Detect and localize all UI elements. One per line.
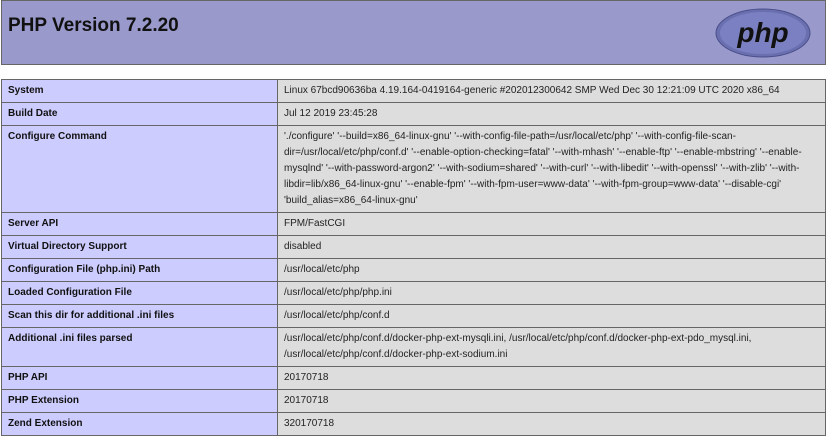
table-row: Additional .ini files parsed/usr/local/e… — [1, 327, 826, 367]
row-key: Loaded Configuration File — [1, 281, 278, 305]
row-key: PHP Extension — [1, 389, 278, 413]
row-key: Configuration File (php.ini) Path — [1, 258, 278, 282]
php-logo[interactable]: php — [715, 8, 811, 58]
table-row: Build Date Jul 12 2019 23:45:28 — [1, 102, 826, 126]
row-value: 20170718 — [277, 366, 826, 390]
table-row: Scan this dir for additional .ini files /… — [1, 304, 826, 328]
page-title: PHP Version 7.2.20 — [8, 15, 179, 36]
row-value: 320170718 — [277, 412, 826, 436]
row-value: disabled — [277, 235, 826, 259]
php-logo-text: php — [736, 17, 788, 48]
row-key: Build Date — [1, 102, 278, 126]
row-value: /usr/local/etc/php/php.ini — [277, 281, 826, 305]
table-row: PHP API 20170718 — [1, 366, 826, 390]
row-key: PHP API — [1, 366, 278, 390]
row-key: Additional .ini files parsed — [1, 327, 278, 367]
table-row: Configure Command './configure' '--build=… — [1, 125, 826, 213]
table-row: Configuration File (php.ini) Path/usr/lo… — [1, 258, 826, 282]
table-row: Zend Extension 320170718 — [1, 412, 826, 436]
info-table: System Linux 67bcd90636ba 4.19.164-041916… — [1, 79, 826, 436]
row-value: Jul 12 2019 23:45:28 — [277, 102, 826, 126]
row-value: /usr/local/etc/php/conf.d/docker-php-ext… — [277, 327, 826, 367]
table-row: System Linux 67bcd90636ba 4.19.164-041916… — [1, 79, 826, 103]
row-key: Zend Extension — [1, 412, 278, 436]
row-value: /usr/local/etc/php — [277, 258, 826, 282]
row-key: Scan this dir for additional .ini files — [1, 304, 278, 328]
table-row: Virtual Directory Support disabled — [1, 235, 826, 259]
row-key: Server API — [1, 212, 278, 236]
row-value: Linux 67bcd90636ba 4.19.164-0419164-gene… — [277, 79, 826, 103]
row-value: /usr/local/etc/php/conf.d — [277, 304, 826, 328]
row-key: Virtual Directory Support — [1, 235, 278, 259]
table-row: PHP Extension 20170718 — [1, 389, 826, 413]
table-row: Server API FPM/FastCGI — [1, 212, 826, 236]
row-key: System — [1, 79, 278, 103]
row-value: FPM/FastCGI — [277, 212, 826, 236]
page-header: PHP Version 7.2.20 php — [1, 0, 826, 65]
table-row: Loaded Configuration File/usr/local/etc/… — [1, 281, 826, 305]
row-value: 20170718 — [277, 389, 826, 413]
row-key: Configure Command — [1, 125, 278, 213]
row-value: './configure' '--build=x86_64-linux-gnu'… — [277, 125, 826, 213]
